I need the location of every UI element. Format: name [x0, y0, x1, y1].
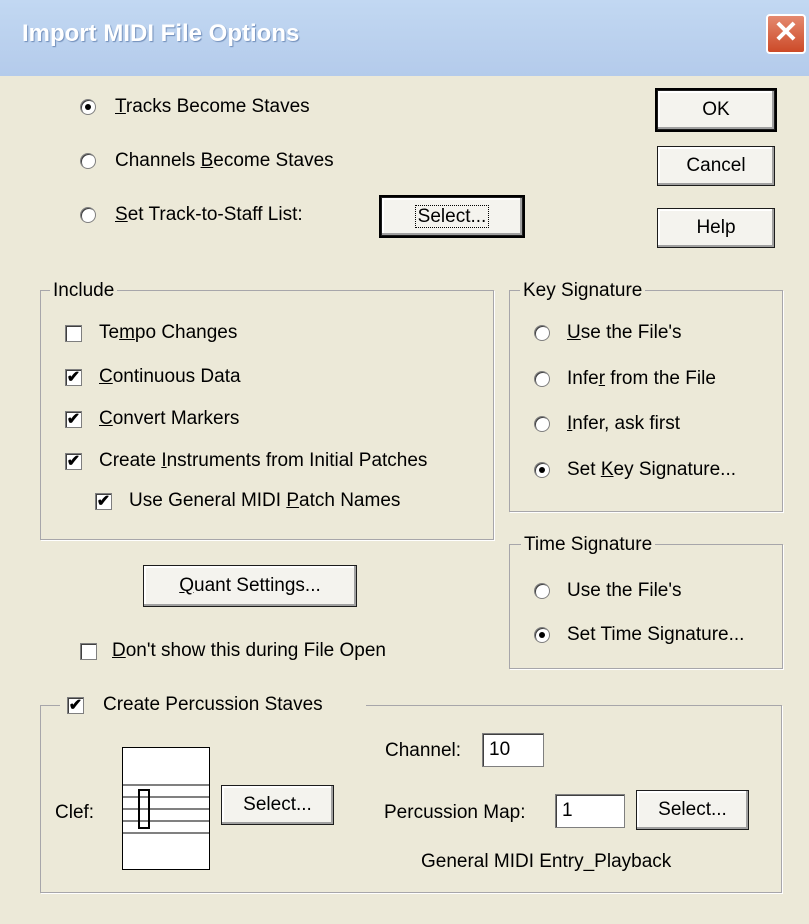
- channel-field[interactable]: 10: [482, 733, 544, 767]
- clef-label: Clef:: [55, 802, 95, 823]
- radio-tracks-become-staves[interactable]: [80, 99, 96, 115]
- time-signature-group: [509, 544, 783, 669]
- tracks-become-staves-label[interactable]: Tracks Become Staves: [115, 96, 310, 118]
- use-gm-patch-names-checkbox[interactable]: ✔: [95, 493, 112, 510]
- time-set-time-signature-label[interactable]: Set Time Signature...: [567, 624, 744, 646]
- continuous-data-checkbox[interactable]: ✔: [65, 369, 82, 386]
- quant-settings-button[interactable]: Quant Settings...: [143, 565, 357, 607]
- radio-key-set-key-signature[interactable]: [534, 462, 550, 478]
- key-use-files-label[interactable]: Use the File's: [567, 322, 682, 344]
- help-button[interactable]: Help: [657, 208, 775, 248]
- clef-preview: [122, 747, 210, 870]
- close-button[interactable]: ✕: [766, 14, 806, 54]
- percussion-clef-icon: [123, 784, 209, 834]
- dont-show-checkbox[interactable]: [80, 643, 97, 660]
- radio-time-set-time-signature[interactable]: [534, 627, 550, 643]
- key-infer-from-file-label[interactable]: Infer from the File: [567, 368, 716, 390]
- tempo-changes-label[interactable]: Tempo Changes: [99, 322, 237, 344]
- percussion-map-field[interactable]: 1: [555, 794, 625, 828]
- key-infer-ask-first-label[interactable]: Infer, ask first: [567, 413, 680, 435]
- key-set-key-signature-label[interactable]: Set Key Signature...: [567, 459, 736, 481]
- radio-time-use-files[interactable]: [534, 583, 550, 599]
- channel-label: Channel:: [385, 740, 462, 761]
- radio-key-infer-ask-first[interactable]: [534, 416, 550, 432]
- ok-button[interactable]: OK: [655, 88, 777, 132]
- create-instruments-label[interactable]: Create Instruments from Initial Patches: [99, 450, 427, 472]
- percussion-map-select-button[interactable]: Select...: [636, 790, 749, 830]
- include-legend: Include: [50, 280, 118, 302]
- track-to-staff-list-label[interactable]: Set Track-to-Staff List:: [115, 204, 303, 226]
- cancel-button[interactable]: Cancel: [657, 146, 775, 186]
- percussion-map-label: Percussion Map:: [384, 802, 526, 823]
- select-track-list-button[interactable]: Select...: [379, 195, 525, 238]
- continuous-data-label[interactable]: Continuous Data: [99, 366, 241, 388]
- percussion-map-name: General MIDI Entry_Playback: [421, 851, 672, 872]
- close-icon: ✕: [773, 16, 799, 49]
- radio-track-to-staff-list[interactable]: [80, 207, 96, 223]
- tempo-changes-checkbox[interactable]: [65, 325, 82, 342]
- create-percussion-staves-checkbox[interactable]: ✔: [67, 697, 84, 714]
- radio-key-infer-from-file[interactable]: [534, 371, 550, 387]
- key-signature-legend: Key Signature: [520, 280, 646, 302]
- window-title: Import MIDI File Options: [22, 20, 300, 47]
- radio-key-use-files[interactable]: [534, 325, 550, 341]
- convert-markers-label[interactable]: Convert Markers: [99, 408, 239, 430]
- create-percussion-staves-label[interactable]: Create Percussion Staves: [103, 694, 323, 716]
- use-gm-patch-names-label[interactable]: Use General MIDI Patch Names: [129, 490, 400, 512]
- time-use-files-label[interactable]: Use the File's: [567, 580, 682, 602]
- channels-become-staves-label[interactable]: Channels Become Staves: [115, 150, 334, 172]
- radio-channels-become-staves[interactable]: [80, 153, 96, 169]
- time-signature-legend: Time Signature: [521, 534, 656, 556]
- clef-select-button[interactable]: Select...: [221, 785, 334, 825]
- convert-markers-checkbox[interactable]: ✔: [65, 411, 82, 428]
- dont-show-label[interactable]: Don't show this during File Open: [112, 640, 386, 662]
- create-instruments-checkbox[interactable]: ✔: [65, 453, 82, 470]
